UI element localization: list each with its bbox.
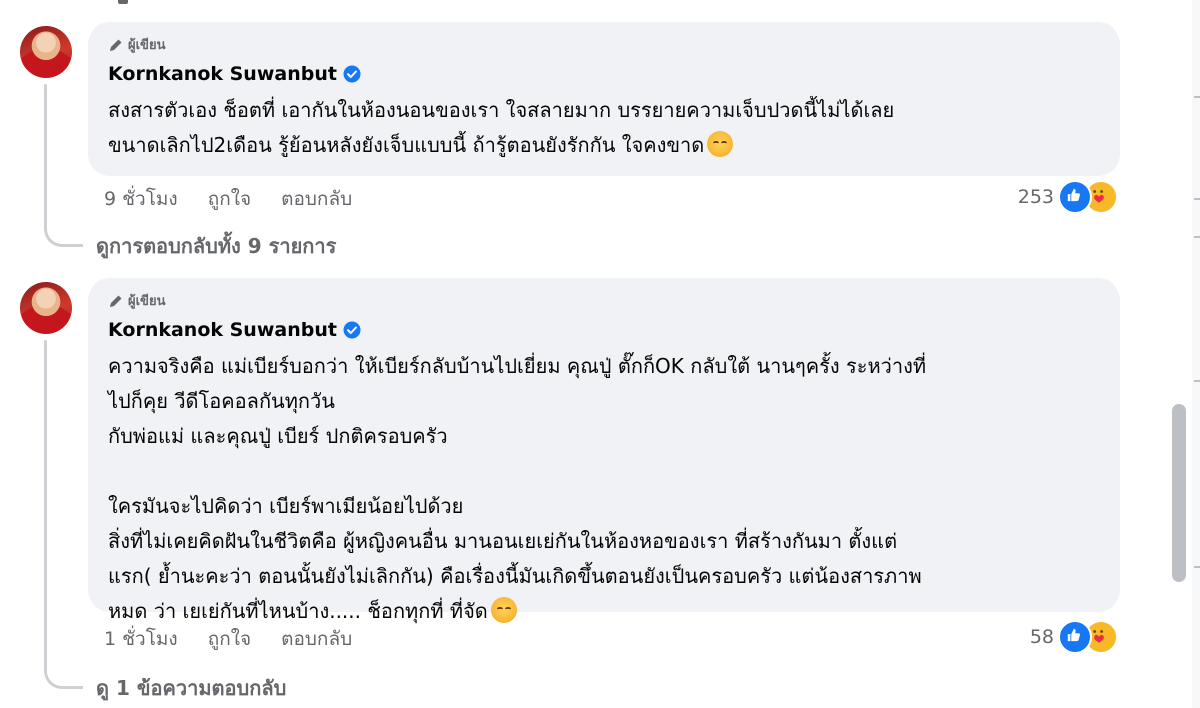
view-replies-link[interactable]: ดู 1 ข้อความตอบกลับ <box>96 672 286 704</box>
like-icon <box>1058 180 1092 214</box>
comment-bubble: ผู้เขียน Kornkanok Suwanbut สงสารตัวเอง … <box>88 22 1120 176</box>
comment-text: ความจริงคือ แม่เบียร์บอกว่า ให้เบียร์กลั… <box>108 349 1104 629</box>
comment-line: สิ่งที่ไม่เคยคิดฝันในชีวิตคือ ผู้หญิงคนอ… <box>108 529 898 553</box>
thread-line <box>44 84 47 224</box>
right-edge-mark <box>1194 96 1200 98</box>
comment-line: ใครมันจะไปคิดว่า เบียร์พาเมียน้อยไปด้วย <box>108 494 464 518</box>
reaction-count: 58 <box>1029 626 1054 648</box>
avatar[interactable] <box>20 282 72 334</box>
comment-line: สงสารตัวเอง ช็อตที่ เอากันในห้องนอนของเร… <box>108 98 895 122</box>
comment-line: ไปก็คุย วีดีโอคอลกันทุกวัน <box>108 389 335 413</box>
right-edge-mark <box>1194 198 1200 200</box>
right-edge-strip <box>1192 0 1200 708</box>
author-name[interactable]: Kornkanok Suwanbut <box>108 63 337 85</box>
right-edge-mark <box>1194 566 1200 568</box>
like-button[interactable]: ถูกใจ <box>208 184 251 214</box>
comment-bubble: ผู้เขียน Kornkanok Suwanbut ความจริงคือ … <box>88 278 1120 623</box>
right-edge-mark <box>1194 236 1200 238</box>
reaction-summary[interactable]: 58 <box>1030 620 1118 654</box>
author-name[interactable]: Kornkanok Suwanbut <box>108 319 337 341</box>
comment-line: หมด ว่า เยเย่กันที่ไหนบ้าง..... ช็อกทุกท… <box>108 599 488 623</box>
pen-icon <box>110 39 122 51</box>
thread-connector <box>44 222 83 247</box>
author-badge-label: ผู้เขียน <box>128 38 166 53</box>
verified-badge-icon <box>343 321 361 339</box>
author-badge: ผู้เขียน <box>108 290 1104 311</box>
scrollbar-thumb[interactable] <box>1172 404 1186 582</box>
comment-timestamp[interactable]: 9 ชั่วโมง <box>104 184 178 214</box>
comment-line: กับพ่อแม่ และคุณปู่ เบียร์ ปกติครอบครัว <box>108 424 448 448</box>
like-button[interactable]: ถูกใจ <box>208 624 251 654</box>
avatar[interactable] <box>20 26 72 78</box>
comment-actions: 1 ชั่วโมง ถูกใจ ตอบกลับ <box>104 624 352 654</box>
comment-line: ขนาดเลิกไป2เดือน รู้ย้อนหลังยังเจ็บแบบนี… <box>108 133 705 157</box>
cropped-top-element <box>118 0 128 4</box>
view-replies-link[interactable]: ดูการตอบกลับทั้ง 9 รายการ <box>96 230 336 262</box>
comment-line: ความจริงคือ แม่เบียร์บอกว่า ให้เบียร์กลั… <box>108 354 927 378</box>
author-badge-label: ผู้เขียน <box>128 294 166 309</box>
reaction-summary[interactable]: 253 <box>1018 180 1118 214</box>
smiling-face-emoji <box>490 597 517 623</box>
thread-connector <box>44 664 83 689</box>
pen-icon <box>110 295 122 307</box>
verified-badge-icon <box>343 65 361 83</box>
thread-line <box>44 340 47 666</box>
right-edge-mark <box>1194 380 1200 382</box>
author-badge: ผู้เขียน <box>108 34 1104 55</box>
reply-button[interactable]: ตอบกลับ <box>281 624 352 654</box>
comment-timestamp[interactable]: 1 ชั่วโมง <box>104 624 178 654</box>
comment-actions: 9 ชั่วโมง ถูกใจ ตอบกลับ <box>104 184 352 214</box>
comment-text: สงสารตัวเอง ช็อตที่ เอากันในห้องนอนของเร… <box>108 93 1104 163</box>
reaction-count: 253 <box>1017 186 1054 208</box>
pensive-face-emoji <box>707 131 734 157</box>
reply-button[interactable]: ตอบกลับ <box>281 184 352 214</box>
like-icon <box>1058 620 1092 654</box>
comment-line: แรก( ย้ำนะคะว่า ตอนนั้นยังไม่เลิกกัน) คื… <box>108 564 922 588</box>
